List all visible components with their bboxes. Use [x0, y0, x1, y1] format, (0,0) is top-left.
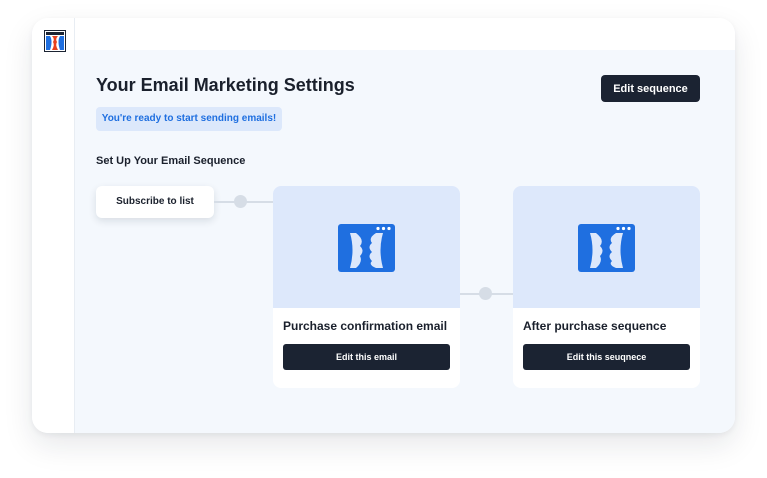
sequence-step-card: Purchase confirmation email Edit this em…: [273, 186, 460, 388]
edit-email-button[interactable]: Edit this email: [283, 344, 450, 370]
step-title: Purchase confirmation email: [283, 319, 448, 333]
sequence-preview-image: [513, 186, 700, 308]
app-window: Your Email Marketing Settings Edit seque…: [32, 18, 735, 433]
email-preview-image: [273, 186, 460, 308]
page-title: Your Email Marketing Settings: [96, 75, 355, 95]
sidebar: [32, 18, 75, 433]
connector-dot: [479, 287, 492, 300]
top-bar: [75, 18, 735, 50]
sequence-section-title: Set Up Your Email Sequence: [96, 155, 246, 167]
step-title: After purchase sequence: [523, 319, 667, 333]
connector-dot: [234, 195, 247, 208]
clickfunnels-logo-icon: [578, 224, 635, 272]
edit-sequence-step-button[interactable]: Edit this seuqnece: [523, 344, 690, 370]
edit-sequence-button[interactable]: Edit sequence: [601, 75, 700, 102]
sequence-step-card: After purchase sequence Edit this seuqne…: [513, 186, 700, 388]
ready-status-banner: You're ready to start sending emails!: [96, 107, 282, 131]
subscribe-to-list-trigger[interactable]: Subscribe to list: [96, 186, 214, 218]
clickfunnels-logo-icon[interactable]: [44, 30, 66, 52]
main-content: Your Email Marketing Settings Edit seque…: [75, 50, 735, 433]
clickfunnels-logo-icon: [338, 224, 395, 272]
